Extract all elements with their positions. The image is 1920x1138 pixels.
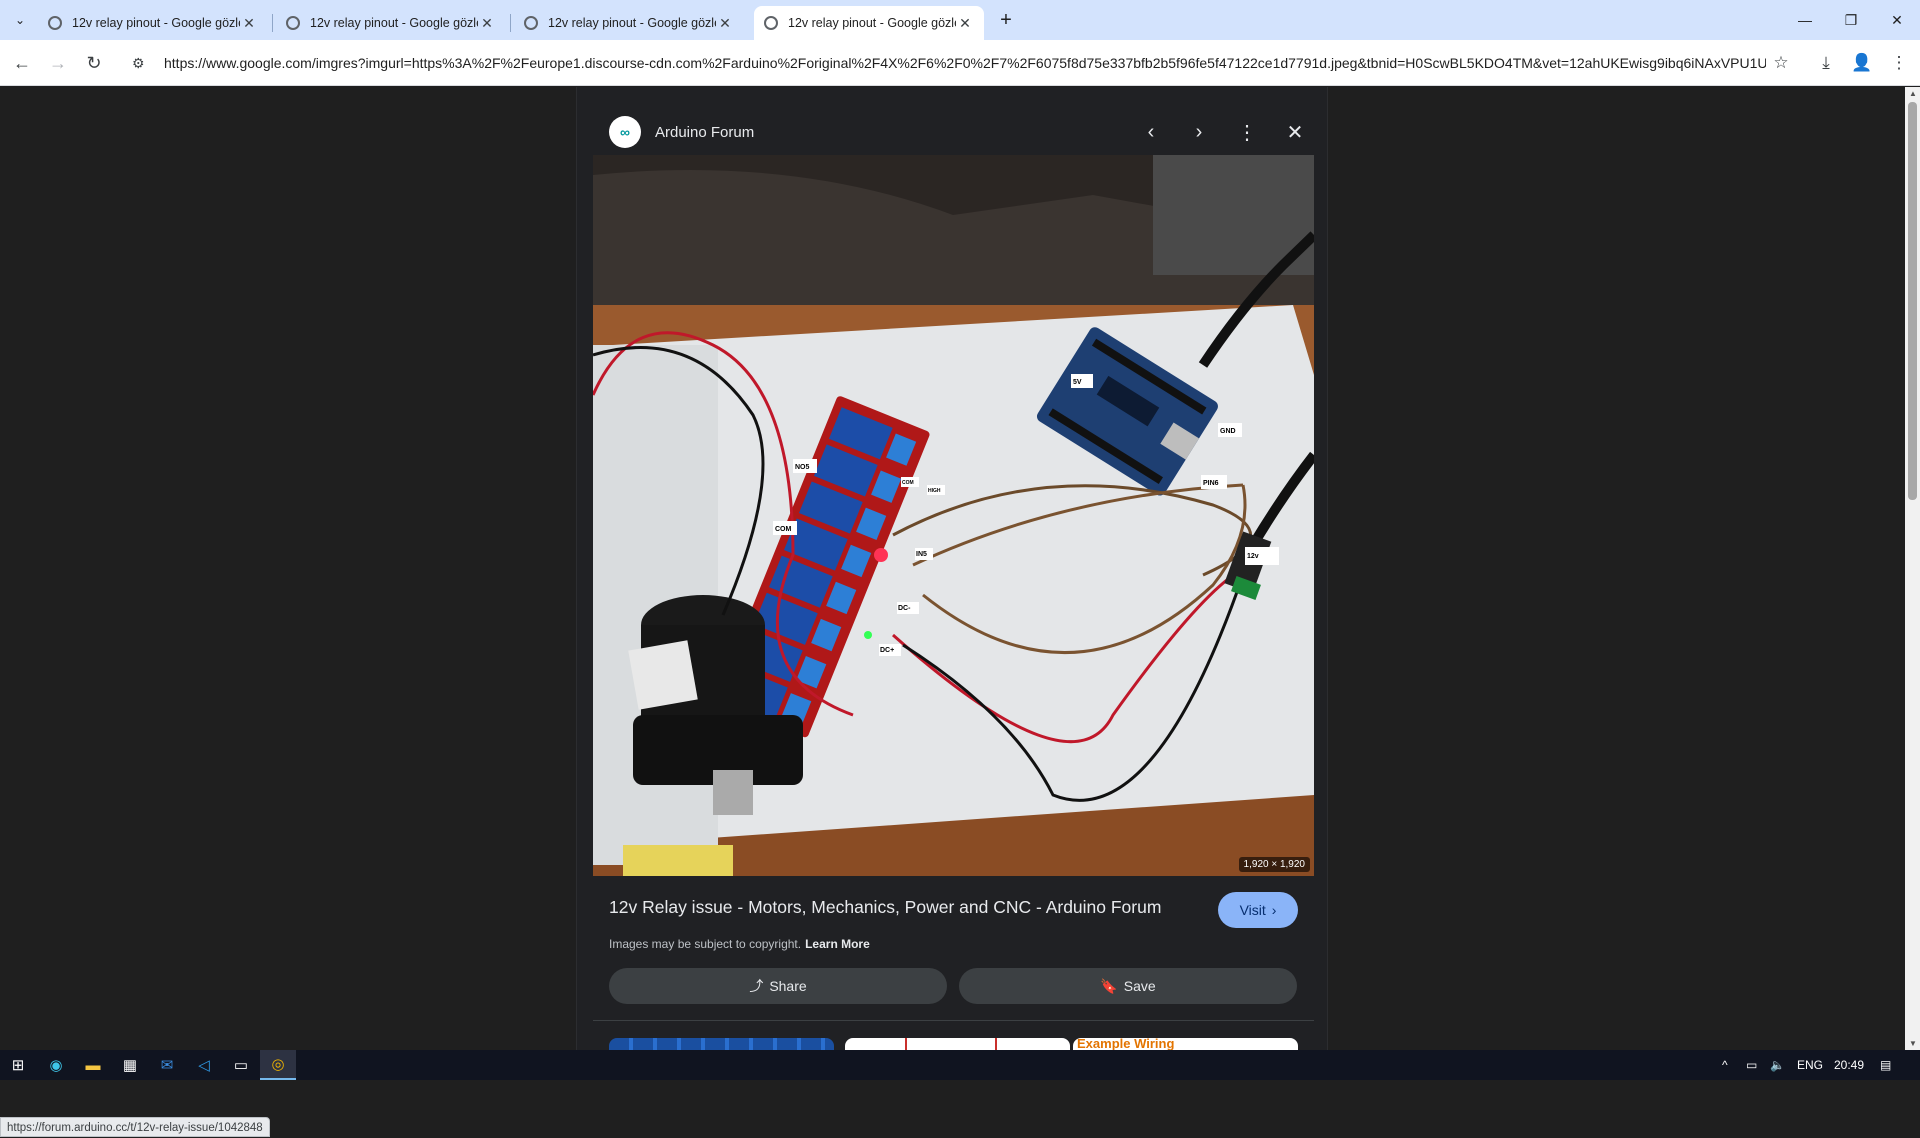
url-text[interactable]: https://www.google.com/imgres?imgurl=htt… (164, 55, 1766, 71)
site-name[interactable]: Arduino Forum (655, 124, 754, 141)
tab-title: 12v relay pinout - Google gözle (310, 16, 478, 30)
label-in5: IN5 (916, 551, 927, 558)
result-title[interactable]: 12v Relay issue - Motors, Mechanics, Pow… (609, 897, 1189, 918)
browser-tab-4-active[interactable]: 12v relay pinout - Google gözle ✕ (754, 6, 984, 40)
network-icon[interactable]: ▭ (1746, 1050, 1757, 1080)
language-indicator[interactable]: ENG (1797, 1050, 1823, 1080)
label-dc-plus: DC+ (880, 647, 894, 654)
browser-tab-3[interactable]: 12v relay pinout - Google gözle ✕ (514, 6, 744, 40)
related-image-thumbnail-2[interactable] (845, 1038, 1070, 1050)
thumbnail-label: Example Wiring (1077, 1038, 1175, 1050)
close-panel-icon[interactable]: ✕ (1279, 116, 1311, 148)
vscode-icon[interactable]: ◁ (186, 1050, 222, 1080)
save-label: Save (1123, 978, 1156, 994)
page-scrollbar[interactable]: ▲ ▼ (1905, 87, 1920, 1050)
label-no5: NO5 (795, 464, 810, 471)
tab-title: 12v relay pinout - Google gözle (788, 16, 956, 30)
google-favicon-icon (764, 16, 778, 30)
learn-more-link[interactable]: Learn More (805, 937, 870, 951)
bookmark-icon: 🔖 (1100, 977, 1118, 994)
label-high: HIGH (928, 488, 941, 494)
chrome-icon[interactable]: ◎ (260, 1050, 296, 1080)
tab-separator (272, 14, 273, 32)
tab-title: 12v relay pinout - Google gözle (548, 16, 716, 30)
store-icon[interactable]: ▦ (112, 1050, 148, 1080)
label-dc-minus: DC- (898, 605, 911, 612)
visit-label: Visit (1239, 902, 1266, 918)
minimize-icon[interactable]: — (1782, 0, 1828, 40)
preview-image[interactable]: 5V GND PIN6 12v NO5 COM IN5 DC- DC+ COM … (593, 155, 1314, 876)
next-chevron-icon[interactable]: › (1183, 116, 1215, 148)
share-icon: ⤴ (749, 978, 764, 994)
tab-search-chevron-icon[interactable]: ⌄ (8, 8, 32, 32)
label-com-small: COM (902, 480, 914, 486)
tab-strip: ⌄ 12v relay pinout - Google gözle ✕ 12v … (0, 0, 1920, 40)
status-bar-url: https://forum.arduino.cc/t/12v-relay-iss… (0, 1117, 270, 1137)
relay-wiring-photo: 5V GND PIN6 12v NO5 COM IN5 DC- DC+ COM … (593, 155, 1314, 876)
image-dimensions-badge: 1,920 × 1,920 (1238, 857, 1310, 872)
previous-chevron-icon[interactable]: ‹ (1135, 116, 1167, 148)
browser-tab-2[interactable]: 12v relay pinout - Google gözle ✕ (276, 6, 506, 40)
scroll-up-arrow-icon[interactable]: ▲ (1909, 89, 1917, 98)
tab-close-icon[interactable]: ✕ (716, 15, 734, 32)
windows-start-icon[interactable]: ⊞ (0, 1050, 36, 1080)
outlook-icon[interactable]: ✉ (149, 1050, 185, 1080)
google-favicon-icon (286, 16, 300, 30)
label-gnd: GND (1220, 428, 1236, 435)
save-button[interactable]: 🔖 Save (959, 968, 1297, 1004)
visit-button[interactable]: Visit › (1218, 892, 1298, 928)
label-12v: 12v (1247, 553, 1259, 560)
new-tab-button[interactable]: + (994, 8, 1018, 32)
show-hidden-icons-chevron-icon[interactable]: ^ (1722, 1050, 1728, 1080)
forward-arrow-icon[interactable]: → (43, 48, 73, 78)
image-preview-panel: ∞ Arduino Forum ‹ › ⋮ ✕ 5V GND PIN6 12v … (576, 87, 1328, 1050)
close-window-icon[interactable]: ✕ (1874, 0, 1920, 40)
notification-icon[interactable]: ▤ (1880, 1050, 1891, 1080)
related-image-thumbnail-1[interactable] (609, 1038, 834, 1050)
back-arrow-icon[interactable]: ← (7, 48, 37, 78)
scroll-down-arrow-icon[interactable]: ▼ (1909, 1039, 1917, 1048)
bookmark-star-icon[interactable]: ☆ (1766, 53, 1796, 73)
more-options-icon[interactable]: ⋮ (1231, 116, 1263, 148)
tab-title: 12v relay pinout - Google gözle (72, 16, 240, 30)
share-label: Share (769, 978, 807, 994)
reload-icon[interactable]: ↻ (79, 48, 109, 78)
related-image-thumbnail-3[interactable]: Example Wiring (1073, 1038, 1298, 1050)
page-content: ∞ Arduino Forum ‹ › ⋮ ✕ 5V GND PIN6 12v … (0, 87, 1920, 1137)
site-settings-icon[interactable]: ⚙ (132, 55, 154, 72)
menu-dots-icon[interactable]: ⋮ (1884, 48, 1914, 78)
terminal-icon[interactable]: ▭ (223, 1050, 259, 1080)
volume-icon[interactable]: 🔈 (1770, 1050, 1785, 1080)
google-favicon-icon (524, 16, 538, 30)
panel-header: ∞ Arduino Forum ‹ › ⋮ ✕ (609, 114, 1303, 150)
address-bar[interactable]: ⚙ https://www.google.com/imgres?imgurl=h… (124, 45, 1800, 81)
file-explorer-icon[interactable]: ▬ (75, 1050, 111, 1080)
label-com: COM (775, 526, 792, 533)
copyright-notice: Images may be subject to copyright. Learn… (609, 937, 870, 951)
scrollbar-thumb[interactable] (1908, 102, 1917, 500)
profile-icon[interactable]: 👤 (1847, 48, 1877, 78)
browser-tab-1[interactable]: 12v relay pinout - Google gözle ✕ (38, 6, 268, 40)
divider (593, 1020, 1314, 1021)
copyright-text: Images may be subject to copyright. (609, 937, 802, 951)
label-pin6: PIN6 (1203, 480, 1219, 487)
label-5v: 5V (1073, 379, 1082, 386)
browser-toolbar: ← → ↻ ⚙ https://www.google.com/imgres?im… (0, 40, 1920, 86)
arduino-logo-icon[interactable]: ∞ (609, 116, 641, 148)
download-icon[interactable]: ⤓ (1811, 48, 1841, 78)
tab-separator (510, 14, 511, 32)
chevron-right-icon: › (1271, 902, 1277, 918)
tab-close-icon[interactable]: ✕ (956, 15, 974, 32)
tab-close-icon[interactable]: ✕ (478, 15, 496, 32)
tab-close-icon[interactable]: ✕ (240, 15, 258, 32)
edge-icon[interactable]: ◉ (38, 1050, 74, 1080)
clock[interactable]: 20:49 (1834, 1050, 1864, 1080)
restore-icon[interactable]: ❐ (1828, 0, 1874, 40)
google-favicon-icon (48, 16, 62, 30)
share-button[interactable]: ⤴ Share (609, 968, 947, 1004)
windows-taskbar: ⊞ ◉ ▬ ▦ ✉ ◁ ▭ ◎ ^ ▭ 🔈 ENG 20:49 ▤ (0, 1050, 1920, 1080)
